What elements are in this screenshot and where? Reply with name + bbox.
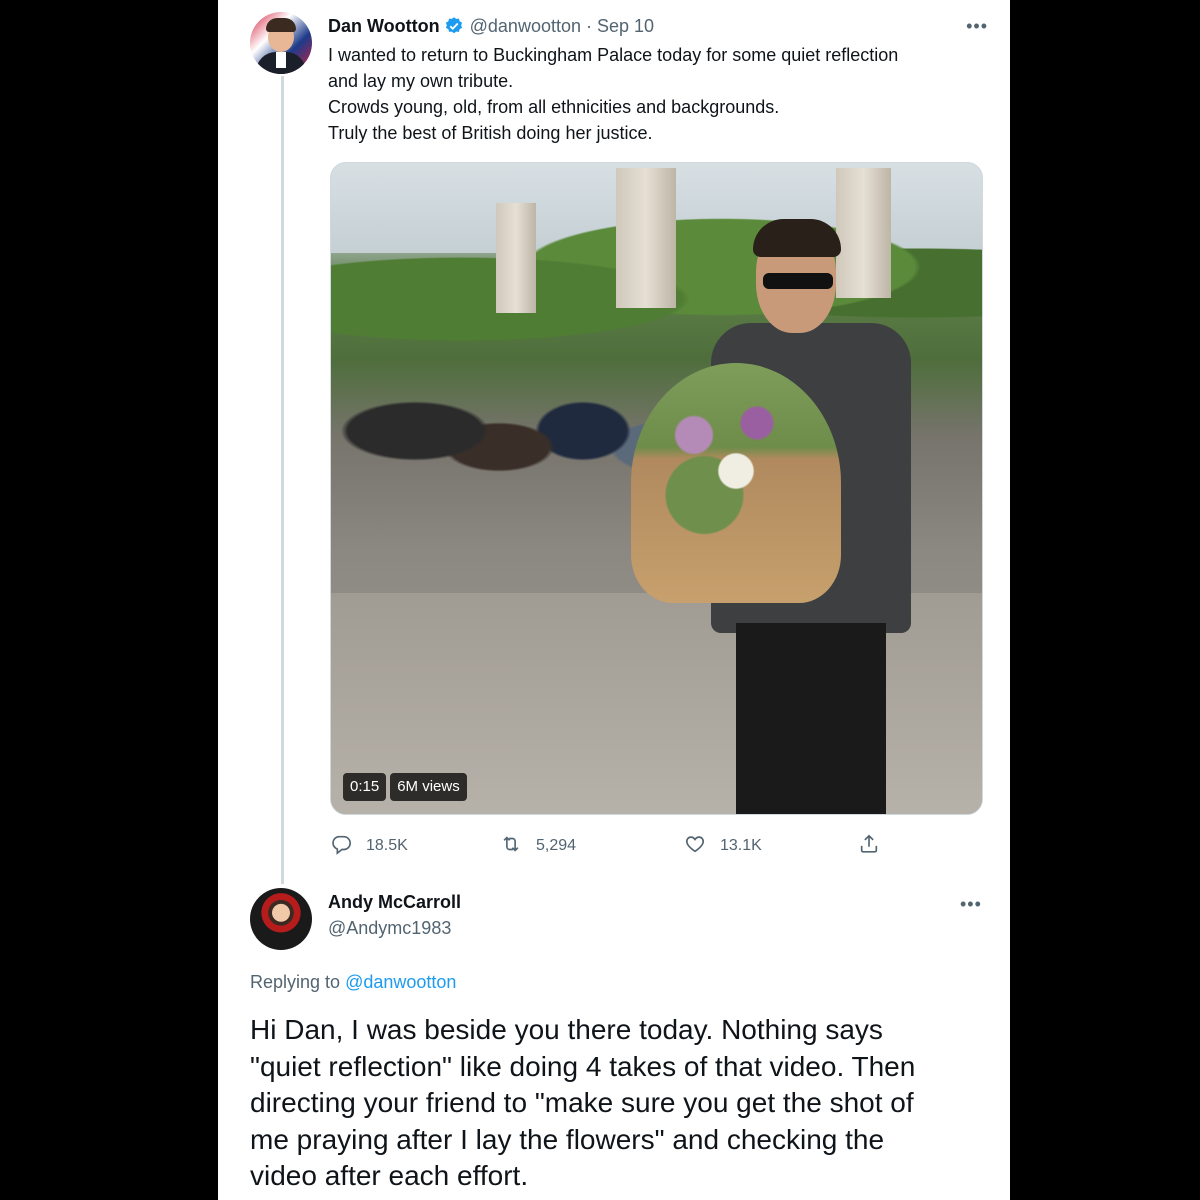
thread-line [281,76,284,884]
retweet-icon [500,833,522,860]
reply-text-line: Hi Dan, I was beside you there today. No… [250,1014,883,1045]
reply-text-line: directing your friend to "make sure you … [250,1087,914,1118]
video-overlay: 0:15 6M views [343,773,467,801]
tweet-text-line: I wanted to return to Buckingham Palace … [328,45,899,65]
video-bouquet [631,363,841,603]
replying-to-link[interactable]: @danwootton [345,972,456,992]
tweet-text-line: and lay my own tribute. [328,71,514,91]
reply-display-name[interactable]: Andy McCarroll [328,892,461,913]
reply-text-line: me praying after I lay the flowers" and … [250,1123,885,1155]
avatar-andy-mccarroll[interactable] [250,888,312,950]
reply-text-line: "quiet reflection" like doing 4 takes of… [250,1050,916,1082]
more-icon[interactable]: ••• [960,894,982,915]
reply-text: Hi Dan, I was beside you there today. No… [250,1012,990,1195]
retweet-count: 5,294 [536,837,577,854]
handle-and-date[interactable]: @danwootton · Sep 10 [470,16,654,37]
tweet-header: Dan Wootton @danwootton · Sep 10 ••• [328,14,988,38]
reply-button[interactable]: 18.5K [330,832,408,860]
video-player[interactable]: 0:15 6M views [330,162,983,815]
replying-to-label: Replying to [250,972,341,992]
gate-pillar [616,168,676,308]
share-icon [858,833,880,860]
share-button[interactable] [858,832,880,860]
avatar-dan-wootton[interactable] [250,12,312,74]
reply-icon [330,833,352,860]
verified-icon [444,16,464,36]
tweet-text-line: Crowds young, old, from all ethnicities … [328,97,780,117]
reply-text-line: video after each effort. [250,1160,529,1191]
like-button[interactable]: 13.1K [684,832,762,860]
like-icon [684,833,706,860]
tweet-text-line: Truly the best of British doing her just… [328,123,653,143]
more-icon[interactable]: ••• [966,16,988,37]
display-name[interactable]: Dan Wootton [328,16,440,37]
video-views: 6M views [390,773,467,801]
gate-pillar [496,203,536,313]
retweet-button[interactable]: 5,294 [500,832,576,860]
reply-handle[interactable]: @Andymc1983 [328,918,451,939]
tweet-text: I wanted to return to Buckingham Palace … [328,42,988,146]
replying-to-line: Replying to @danwootton [250,972,456,993]
tweet-screenshot-card: Dan Wootton @danwootton · Sep 10 ••• I w… [218,0,1010,1200]
reply-count: 18.5K [366,837,408,854]
tweet-action-bar: 18.5K 5,294 13.1K [330,832,890,860]
video-duration: 0:15 [343,773,387,801]
like-count: 13.1K [720,837,762,854]
